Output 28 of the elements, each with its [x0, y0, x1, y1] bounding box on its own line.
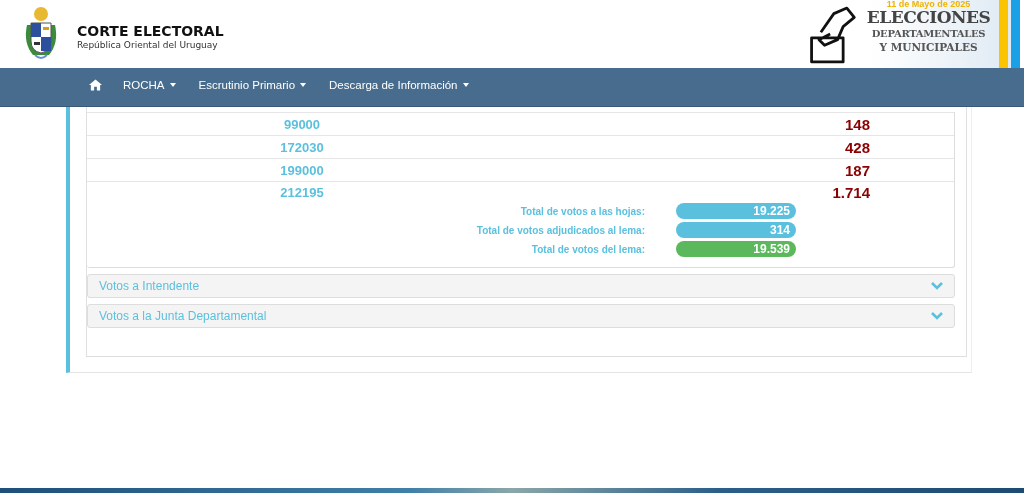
table-cell: 148: [844, 115, 870, 133]
total-value-badge: 19.225: [676, 203, 796, 219]
total-value-badge: 19.539: [676, 241, 796, 257]
banner-date: 11 de Mayo de 2025: [886, 0, 971, 9]
site-title: CORTE ELECTORAL: [77, 22, 224, 39]
banner-heading: ELECCIONES: [866, 9, 991, 26]
table-cell: 428: [844, 138, 870, 156]
table-cell: 99000: [283, 116, 321, 132]
table-cell: 172030: [280, 139, 324, 155]
banner-stripe: [1011, 0, 1020, 68]
table-cell: 1.714: [832, 184, 870, 201]
banner-subheading: DEPARTAMENTALES: [871, 29, 986, 39]
total-value-badge: 314: [676, 222, 796, 238]
table-cell: 212195: [280, 185, 324, 200]
table-cell: 187: [844, 161, 870, 179]
nav-menu-link[interactable]: Descarga de Información: [329, 79, 469, 91]
nav-menu-link[interactable]: Escrutinio Primario: [198, 79, 307, 91]
banner-stripe: [999, 0, 1008, 68]
chevron-icon: [931, 282, 943, 290]
home-icon[interactable]: [89, 79, 102, 91]
total-label: Total de votos adjudicados al lema:: [476, 224, 645, 236]
nav-menu-link[interactable]: ROCHA: [123, 79, 176, 91]
total-label: Total de votos a las hojas:: [520, 205, 645, 217]
chevron-icon: [931, 312, 943, 320]
total-label: Total de votos del lema:: [531, 243, 645, 255]
banner-subheading: Y MUNICIPALES: [879, 42, 978, 53]
table-cell: 199000: [280, 162, 324, 178]
site-subtitle: República Oriental del Uruguay: [77, 39, 219, 50]
